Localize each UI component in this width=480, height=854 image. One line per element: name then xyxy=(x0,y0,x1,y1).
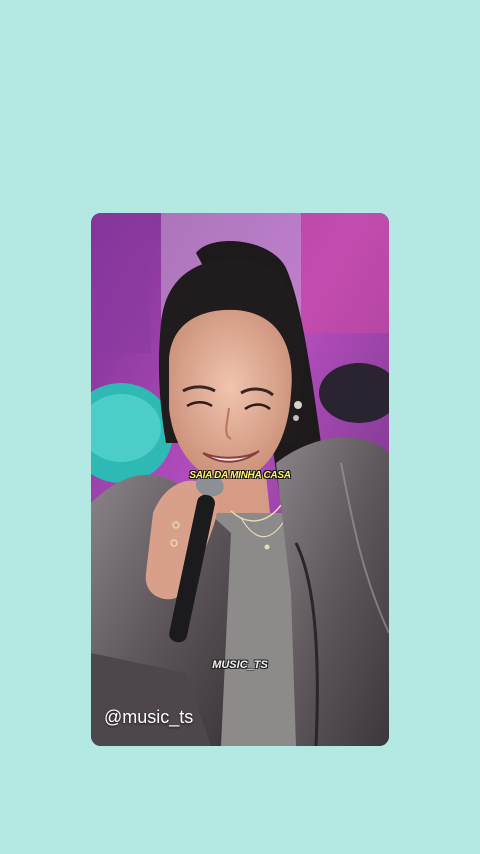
channel-handle[interactable]: @music_ts xyxy=(104,707,193,728)
video-frame[interactable]: SAIA DA MINHA CASA MUSIC_TS @music_ts xyxy=(91,213,389,746)
watermark-text: MUSIC_TS xyxy=(212,659,268,671)
lyric-caption: SAIA DA MINHA CASA xyxy=(189,470,291,481)
